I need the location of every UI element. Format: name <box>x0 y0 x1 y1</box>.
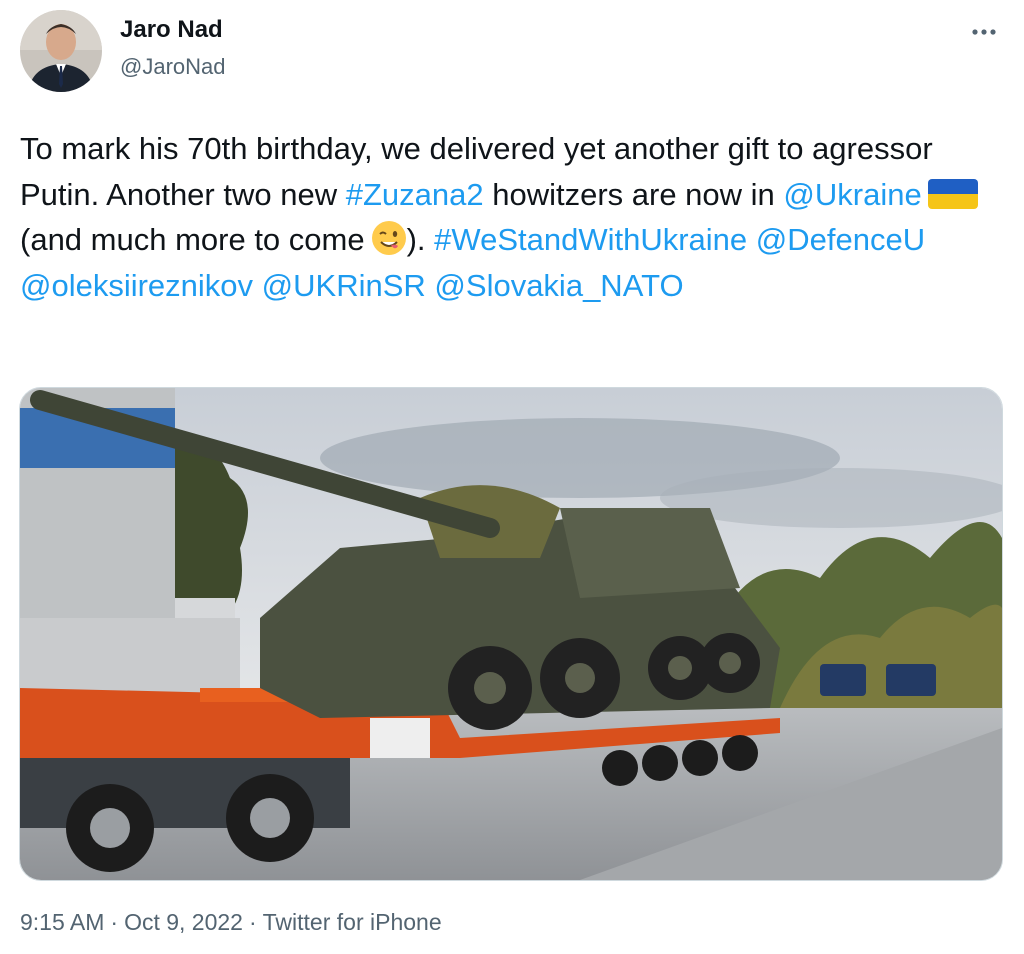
tweet-text-part: ). <box>406 222 435 257</box>
author-handle[interactable]: @JaroNad <box>120 54 226 80</box>
tweet-time[interactable]: 9:15 AM <box>20 909 104 935</box>
tweet-photo[interactable] <box>19 387 1003 881</box>
tweet-date[interactable]: Oct 9, 2022 <box>124 909 243 935</box>
avatar[interactable] <box>20 10 102 92</box>
tweet-text-part: howitzers are now in <box>483 176 784 212</box>
mention-ukraine-link[interactable]: @Ukraine <box>783 177 921 212</box>
avatar-image <box>20 10 102 92</box>
mention-oleksiireznikov-link[interactable]: @oleksiireznikov <box>20 268 253 303</box>
tweet-source[interactable]: Twitter for iPhone <box>263 909 442 935</box>
ukraine-flag-icon <box>927 178 978 209</box>
howitzer-on-truck-photo <box>20 388 1002 880</box>
mention-defenceu-link[interactable]: @DefenceU <box>756 222 925 257</box>
mention-slovakia-nato-link[interactable]: @Slovakia_NATO <box>434 268 683 303</box>
author-name[interactable]: Jaro Nad <box>120 16 223 44</box>
winking-face-with-tongue-icon <box>371 221 406 255</box>
hashtag-westandwithukraine-link[interactable]: #WeStandWithUkraine <box>434 222 747 257</box>
tweet-metadata: 9:15 AM · Oct 9, 2022 · Twitter for iPhone <box>20 909 442 935</box>
more-options-button[interactable] <box>964 12 1004 52</box>
mention-ukrinsr-link[interactable]: @UKRinSR <box>262 268 426 303</box>
tweet-text-part: (and much more to come <box>20 222 365 257</box>
more-dots-icon <box>972 29 996 35</box>
hashtag-zuzana2-link[interactable]: #Zuzana2 <box>346 177 484 212</box>
tweet-text: To mark his 70th birthday, we delivered … <box>20 126 1010 308</box>
